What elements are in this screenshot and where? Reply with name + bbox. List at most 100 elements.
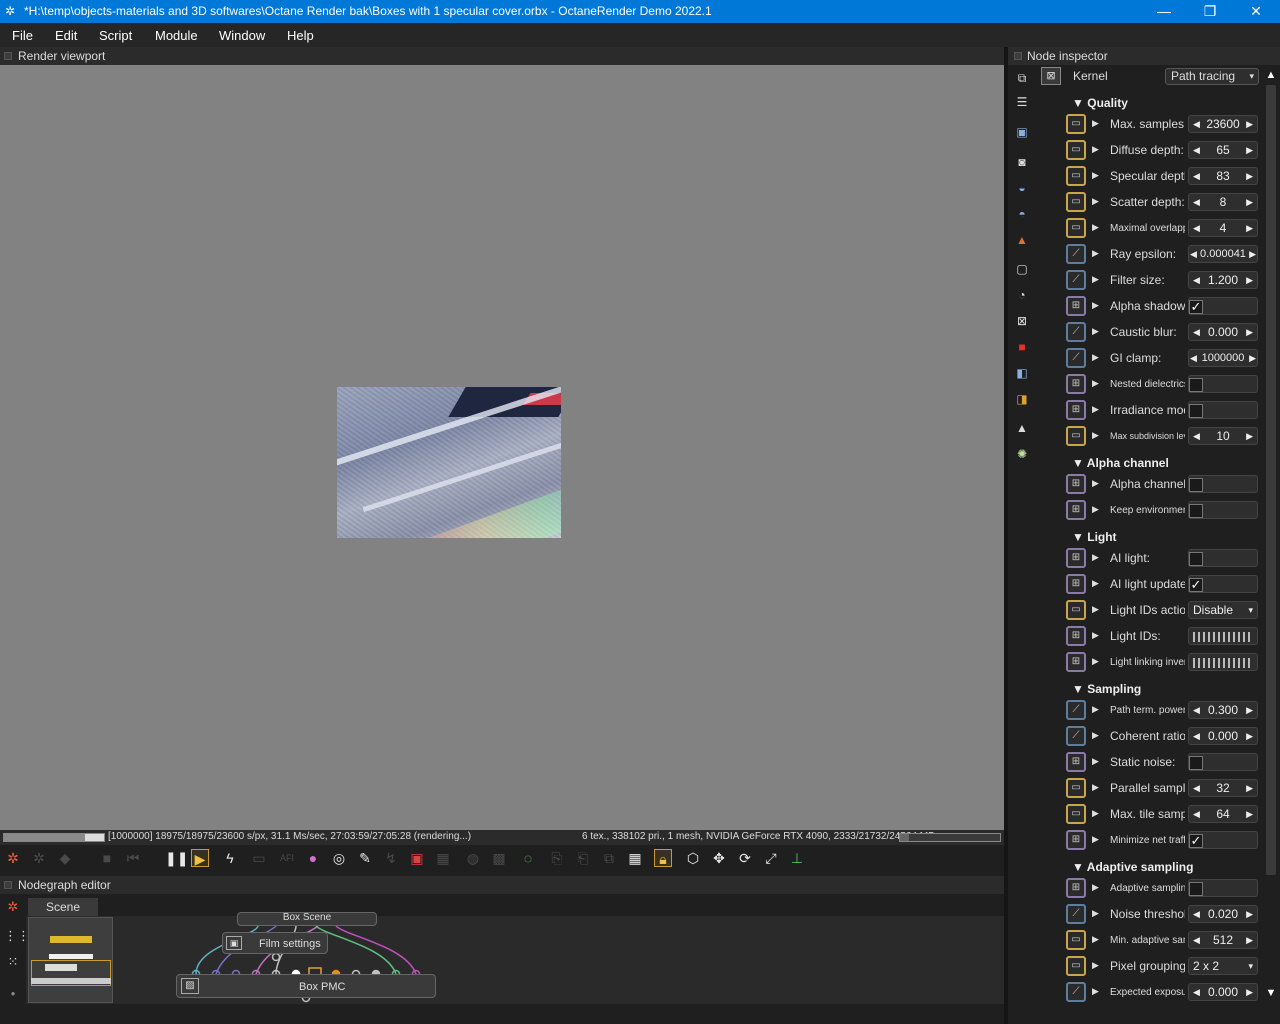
expand-icon[interactable]: ▶: [1092, 730, 1099, 741]
octane-scene-icon[interactable]: ✲: [4, 898, 22, 916]
background-checker-icon[interactable]: ▦: [626, 849, 644, 867]
render-preview-image[interactable]: [337, 387, 561, 538]
expand-icon[interactable]: ▶: [1092, 834, 1099, 845]
coherent-ratio-field[interactable]: ◀ 0.000 ▶: [1188, 727, 1258, 745]
region-icon[interactable]: ▦: [434, 849, 452, 867]
menu-file[interactable]: File: [12, 28, 33, 43]
expand-icon[interactable]: ▶: [1092, 352, 1099, 363]
ai-light-checkbox[interactable]: [1188, 549, 1258, 567]
expand-icon[interactable]: ▶: [1092, 478, 1099, 489]
expected-exposure-field[interactable]: ◀ 0.000 ▶: [1188, 983, 1258, 1001]
expand-icon[interactable]: ▶: [1092, 144, 1099, 155]
adaptive-sampling-checkbox[interactable]: [1188, 879, 1258, 897]
expand-icon[interactable]: ▶: [1092, 404, 1099, 415]
section-light[interactable]: ▼ Light: [1072, 530, 1117, 544]
float-pin-icon[interactable]: ⟋: [1066, 244, 1086, 264]
panel-grip-icon[interactable]: [4, 52, 12, 60]
decrement-icon[interactable]: ◀: [1193, 728, 1200, 744]
expand-icon[interactable]: ▶: [1092, 756, 1099, 767]
increment-icon[interactable]: ▶: [1249, 246, 1256, 262]
decrement-icon[interactable]: ◀: [1193, 984, 1200, 1000]
int-pin-icon[interactable]: ▭: [1066, 114, 1086, 134]
decrement-icon[interactable]: ◀: [1193, 194, 1200, 210]
increment-icon[interactable]: ▶: [1246, 428, 1253, 444]
section-sampling[interactable]: ▼ Sampling: [1072, 682, 1141, 696]
float-pin-icon[interactable]: ⟋: [1066, 348, 1086, 368]
increment-icon[interactable]: ▶: [1246, 984, 1253, 1000]
expand-icon[interactable]: ▶: [1092, 118, 1099, 129]
gi-clamp-field[interactable]: ◀ 1000000 ▶: [1188, 349, 1258, 367]
film-region-icon[interactable]: ◍: [464, 849, 482, 867]
expand-icon[interactable]: ▶: [1092, 552, 1099, 563]
decrement-icon[interactable]: ◀: [1193, 780, 1200, 796]
scatter-depth-field[interactable]: ◀ 8 ▶: [1188, 193, 1258, 211]
decrement-icon[interactable]: ◀: [1193, 168, 1200, 184]
bitmask-pin-icon[interactable]: ⊞: [1066, 626, 1086, 646]
int-pin-icon[interactable]: ▭: [1066, 166, 1086, 186]
expand-icon[interactable]: ▶: [1092, 326, 1099, 337]
decrement-icon[interactable]: ◀: [1193, 702, 1200, 718]
expand-icon[interactable]: ▶: [1092, 656, 1099, 667]
recompile-icon[interactable]: ✲: [30, 849, 48, 867]
bitmask-pin-icon[interactable]: ⊞: [1066, 652, 1086, 672]
menu-script[interactable]: Script: [99, 28, 132, 43]
decrement-icon[interactable]: ◀: [1193, 428, 1200, 444]
decrement-icon[interactable]: ◀: [1193, 806, 1200, 822]
bool-pin-icon[interactable]: ⊞: [1066, 296, 1086, 316]
stop-icon[interactable]: ■: [98, 849, 116, 867]
expand-icon[interactable]: ▶: [1092, 378, 1099, 389]
octane-logo-icon[interactable]: ✲: [4, 849, 22, 867]
medium-icon[interactable]: ▲: [1014, 232, 1030, 248]
expand-icon[interactable]: ▶: [1092, 960, 1099, 971]
expand-icon[interactable]: ▶: [1092, 934, 1099, 945]
expand-icon[interactable]: ▶: [1092, 704, 1099, 715]
increment-icon[interactable]: ▶: [1246, 728, 1253, 744]
increment-icon[interactable]: ▶: [1246, 142, 1253, 158]
white-balance-icon[interactable]: ✎: [356, 849, 374, 867]
increment-icon[interactable]: ▶: [1249, 350, 1256, 366]
increment-icon[interactable]: ▶: [1246, 116, 1253, 132]
restart-icon[interactable]: ⏮: [124, 849, 142, 867]
float-pin-icon[interactable]: ⟋: [1066, 726, 1086, 746]
nested-dielectrics-checkbox[interactable]: [1188, 375, 1258, 393]
static-noise-checkbox[interactable]: [1188, 753, 1258, 771]
expand-icon[interactable]: ▶: [1092, 986, 1099, 997]
nodegraph-dot-icon[interactable]: ●: [4, 985, 22, 1003]
priority-icon[interactable]: ◌: [519, 849, 537, 867]
scroll-down-icon[interactable]: ▼: [1265, 987, 1277, 999]
expand-icon[interactable]: ▶: [1092, 430, 1099, 441]
expand-icon[interactable]: ▶: [1092, 782, 1099, 793]
viewport-resolution-icon[interactable]: ▭: [250, 849, 268, 867]
camera-icon[interactable]: ◙: [1014, 154, 1030, 170]
kernel-icon[interactable]: ⊠: [1014, 313, 1030, 329]
geometry-icon[interactable]: ◧: [1014, 365, 1030, 381]
inspector-scrollbar[interactable]: ▲ ▼: [1264, 67, 1278, 1002]
increment-icon[interactable]: ▶: [1246, 780, 1253, 796]
visible-environment-icon[interactable]: ◓: [1014, 206, 1030, 222]
nodegraph-grid-icon[interactable]: ⋮⋮: [4, 927, 30, 945]
bool-pin-icon[interactable]: ⊞: [1066, 474, 1086, 494]
increment-icon[interactable]: ▶: [1246, 168, 1253, 184]
bool-pin-icon[interactable]: ⊞: [1066, 500, 1086, 520]
expand-icon[interactable]: ▶: [1092, 504, 1099, 515]
decrement-icon[interactable]: ◀: [1193, 324, 1200, 340]
bool-pin-icon[interactable]: ⊞: [1066, 752, 1086, 772]
image-icon[interactable]: ▲: [1014, 420, 1030, 436]
float-pin-icon[interactable]: ⟋: [1066, 270, 1086, 290]
lock-viewport-icon[interactable]: 🔒︎: [654, 849, 672, 867]
alpha-channel-checkbox[interactable]: [1188, 475, 1258, 493]
increment-icon[interactable]: ▶: [1246, 194, 1253, 210]
kernel-node-icon[interactable]: ⊠: [1041, 67, 1061, 85]
nodegraph-minimap[interactable]: [28, 917, 113, 1003]
increment-icon[interactable]: ▶: [1246, 806, 1253, 822]
int-pin-icon[interactable]: ▭: [1066, 140, 1086, 160]
expand-icon[interactable]: ▶: [1092, 222, 1099, 233]
decrement-icon[interactable]: ◀: [1193, 220, 1200, 236]
maximize-button[interactable]: ❐: [1187, 0, 1233, 23]
move-icon[interactable]: ✥: [710, 849, 728, 867]
decrement-icon[interactable]: ◀: [1193, 932, 1200, 948]
minimize-button[interactable]: —: [1141, 0, 1187, 23]
float-pin-icon[interactable]: ⟋: [1066, 322, 1086, 342]
int-pin-icon[interactable]: ▭: [1066, 218, 1086, 238]
bool-pin-icon[interactable]: ⊞: [1066, 878, 1086, 898]
